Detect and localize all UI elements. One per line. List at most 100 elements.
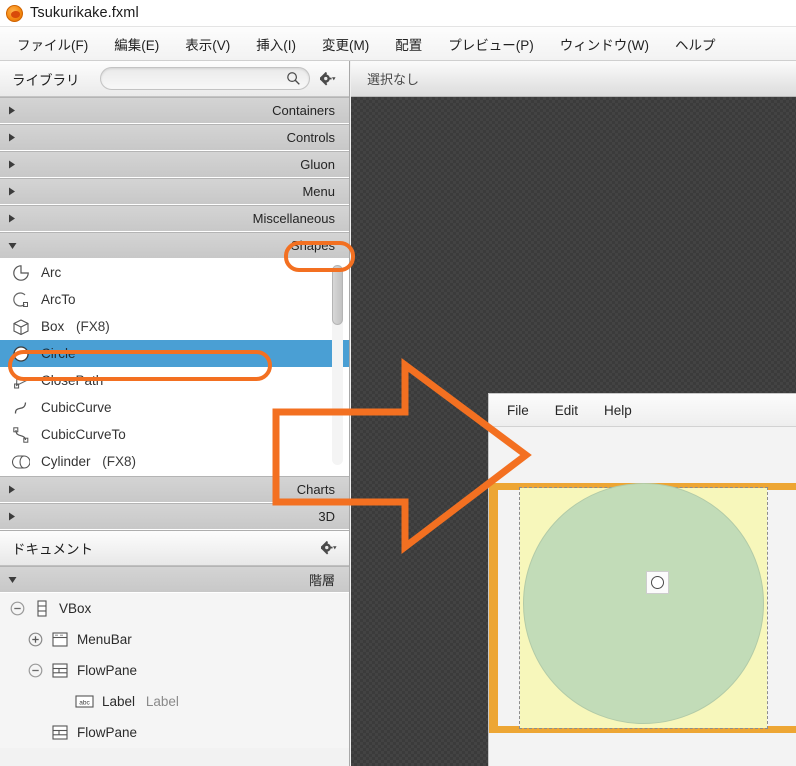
list-item-suffix: (FX8) bbox=[102, 454, 137, 469]
list-item-label: ArcTo bbox=[41, 292, 76, 307]
document-options-button[interactable] bbox=[319, 541, 339, 555]
tree-node-value: Label bbox=[145, 694, 179, 709]
list-item-name: Cylinder bbox=[41, 454, 91, 469]
library-section-containers[interactable]: Containers bbox=[0, 97, 349, 124]
collapse-toggle-icon[interactable] bbox=[28, 663, 43, 678]
chevron-right-icon bbox=[8, 156, 22, 174]
tree-node-label: Label Label bbox=[102, 694, 179, 709]
list-item-box[interactable]: Box (FX8) bbox=[0, 313, 349, 340]
list-item-name: Box bbox=[41, 319, 65, 334]
list-item-label: Cylinder (FX8) bbox=[41, 454, 136, 469]
menu-preview[interactable]: プレビュー(P) bbox=[437, 30, 545, 58]
chevron-right-icon bbox=[8, 102, 22, 120]
menu-file[interactable]: ファイル(F) bbox=[6, 30, 99, 58]
list-item-closepath[interactable]: ClosePath bbox=[0, 367, 349, 394]
tree-row[interactable]: FlowPane bbox=[0, 717, 349, 748]
list-item-cylinder[interactable]: Cylinder (FX8) bbox=[0, 448, 349, 475]
menu-arrange[interactable]: 配置 bbox=[384, 30, 433, 58]
library-title: ライブラリ bbox=[12, 72, 80, 88]
svg-text:abc: abc bbox=[79, 699, 90, 706]
chevron-right-icon bbox=[8, 183, 22, 201]
library-section-shapes[interactable]: Shapes bbox=[0, 232, 349, 259]
tree-row[interactable]: FlowPane bbox=[0, 655, 349, 686]
flowpane-icon bbox=[50, 724, 70, 742]
list-item-cubiccurve[interactable]: CubicCurve bbox=[0, 394, 349, 421]
gear-dropdown-icon bbox=[319, 71, 336, 85]
circle-drop-indicator-icon bbox=[646, 571, 669, 594]
arc-icon bbox=[10, 263, 32, 283]
preview-menu-file[interactable]: File bbox=[507, 403, 529, 418]
expand-toggle-icon[interactable] bbox=[28, 632, 43, 647]
flowpane-icon bbox=[50, 662, 70, 680]
main-menubar: ファイル(F) 編集(E) 表示(V) 挿入(I) 変更(M) 配置 プレビュー… bbox=[0, 27, 796, 61]
list-item-label: ClosePath bbox=[41, 373, 104, 388]
list-item-arcto[interactable]: ArcTo bbox=[0, 286, 349, 313]
library-header: ライブラリ bbox=[0, 61, 349, 97]
cubiccurveto-icon bbox=[10, 425, 32, 445]
list-item-label: CubicCurve bbox=[41, 400, 112, 415]
library-options-button[interactable] bbox=[318, 71, 338, 86]
list-item-arc[interactable]: Arc bbox=[0, 259, 349, 286]
library-section-miscellaneous[interactable]: Miscellaneous bbox=[0, 205, 349, 232]
tree-node-label: MenuBar bbox=[77, 632, 132, 647]
list-item-circle[interactable]: Circle bbox=[0, 340, 349, 367]
menu-edit[interactable]: 編集(E) bbox=[103, 30, 170, 58]
circle-icon bbox=[10, 344, 32, 364]
vbox-icon bbox=[32, 600, 52, 618]
library-section-charts[interactable]: Charts bbox=[0, 476, 349, 503]
cylinder-icon bbox=[10, 452, 32, 472]
library-section-label: Gluon bbox=[300, 157, 335, 172]
scene-builder-window: Tsukurikake.fxml ファイル(F) 編集(E) 表示(V) 挿入(… bbox=[0, 0, 796, 766]
tree-node-label: FlowPane bbox=[77, 725, 138, 740]
menu-help[interactable]: ヘルプ bbox=[664, 30, 727, 58]
preview-body[interactable] bbox=[489, 427, 796, 766]
list-item-cubiccurveto[interactable]: CubicCurveTo bbox=[0, 421, 349, 448]
scenebuilder-logo-icon bbox=[6, 4, 23, 22]
list-item-label: Arc bbox=[41, 265, 62, 280]
preview-window[interactable]: File Edit Help bbox=[489, 394, 796, 766]
search-input[interactable] bbox=[112, 71, 286, 86]
drag-ring-glyph bbox=[651, 576, 664, 589]
library-section-3d[interactable]: 3D bbox=[0, 503, 349, 530]
list-item-label: Box (FX8) bbox=[41, 319, 110, 334]
collapse-toggle-icon[interactable] bbox=[10, 601, 25, 616]
document-section-label: 階層 bbox=[308, 573, 335, 588]
menu-window[interactable]: ウィンドウ(W) bbox=[549, 30, 660, 58]
tree-row[interactable]: VBox bbox=[0, 593, 349, 624]
library-section-label: Charts bbox=[296, 482, 335, 497]
gear-dropdown-icon bbox=[321, 541, 337, 555]
list-item-label: Circle bbox=[41, 346, 76, 361]
menubar-icon bbox=[50, 631, 70, 649]
library-section-gluon[interactable]: Gluon bbox=[0, 151, 349, 178]
preview-circle-shape[interactable] bbox=[523, 483, 764, 724]
label-icon: abc bbox=[75, 693, 95, 711]
hierarchy-tree: VBox MenuBar FlowPane abc Label Label Fl… bbox=[0, 593, 349, 748]
scrollbar-thumb[interactable] bbox=[332, 265, 343, 325]
search-icon bbox=[286, 72, 300, 85]
library-section-label: Containers bbox=[272, 103, 335, 118]
preview-menubar: File Edit Help bbox=[489, 394, 796, 427]
preview-menu-help[interactable]: Help bbox=[604, 403, 632, 418]
tree-row[interactable]: abc Label Label bbox=[0, 686, 349, 717]
chevron-down-icon bbox=[8, 571, 22, 589]
menu-view[interactable]: 表示(V) bbox=[174, 30, 241, 58]
preview-menu-edit[interactable]: Edit bbox=[555, 403, 578, 418]
menu-insert[interactable]: 挿入(I) bbox=[245, 30, 307, 58]
library-section-controls[interactable]: Controls bbox=[0, 124, 349, 151]
document-section-hierarchy[interactable]: 階層 bbox=[0, 566, 349, 593]
shapes-list-scrollbar[interactable] bbox=[332, 265, 343, 465]
library-section-label: 3D bbox=[318, 509, 335, 524]
library-section-label: Menu bbox=[302, 184, 335, 199]
cubiccurve-icon bbox=[10, 398, 32, 418]
library-section-menu[interactable]: Menu bbox=[0, 178, 349, 205]
menu-modify[interactable]: 変更(M) bbox=[311, 30, 380, 58]
library-section-label: Controls bbox=[286, 130, 335, 145]
chevron-right-icon bbox=[8, 481, 22, 499]
shapes-list[interactable]: Arc ArcTo Box (FX8) Circle ClosePath Cub… bbox=[0, 259, 349, 476]
library-search-box[interactable] bbox=[99, 67, 310, 90]
library-section-label: Shapes bbox=[290, 238, 335, 253]
selection-status-text: 選択なし bbox=[367, 72, 420, 87]
chevron-right-icon bbox=[8, 129, 22, 147]
tree-row[interactable]: MenuBar bbox=[0, 624, 349, 655]
window-title: Tsukurikake.fxml bbox=[30, 5, 139, 21]
